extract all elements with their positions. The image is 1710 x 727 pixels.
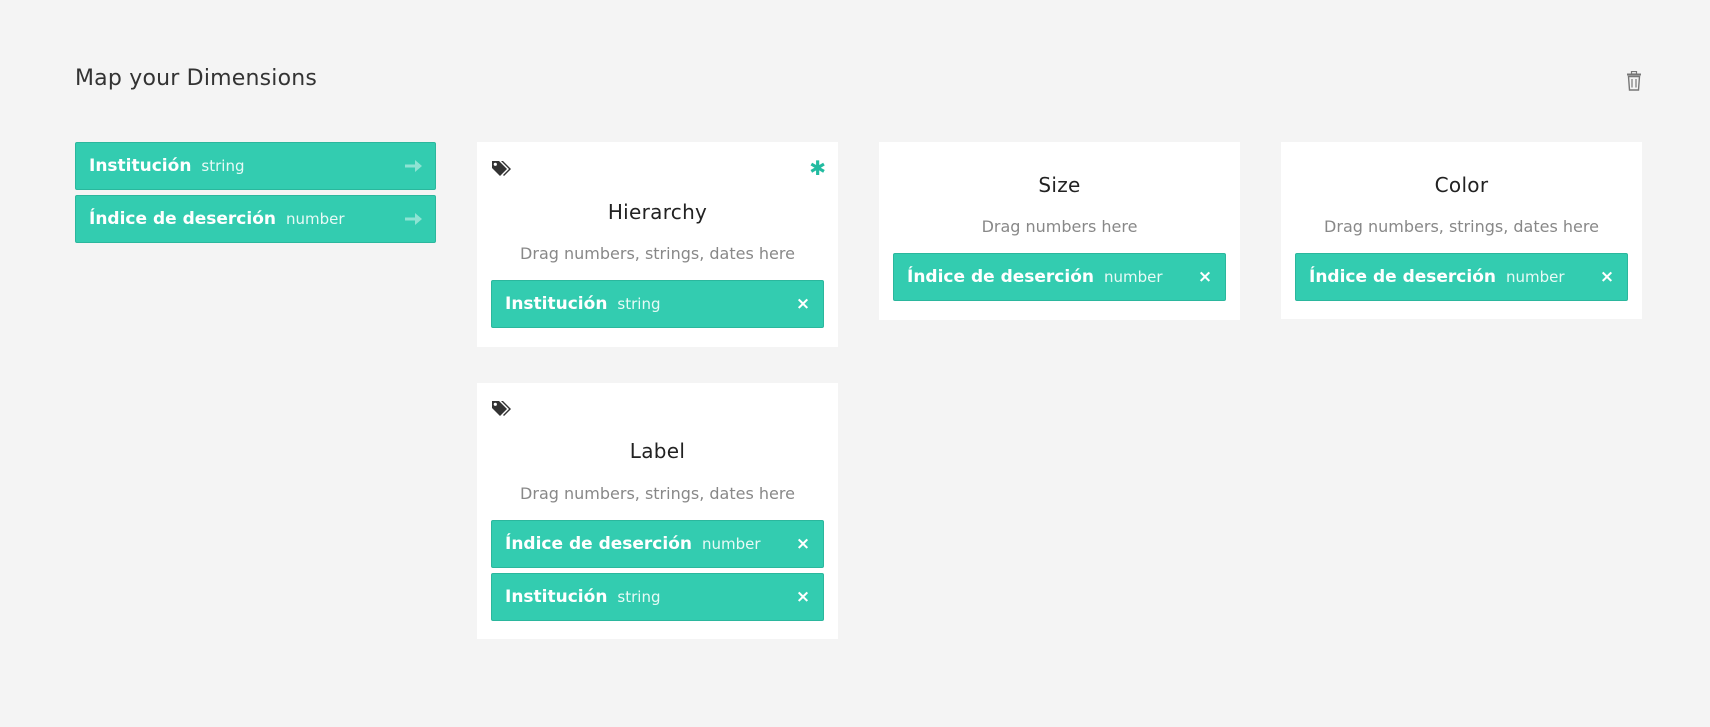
card-title: Size bbox=[1038, 173, 1081, 197]
tags-icon bbox=[492, 161, 511, 176]
drop-hint: Drag numbers here bbox=[981, 217, 1138, 236]
tags-icon bbox=[492, 401, 511, 416]
dimension-type: number bbox=[285, 210, 345, 228]
mapped-dimension[interactable]: Índice de deserción number × bbox=[491, 520, 824, 568]
close-icon[interactable]: × bbox=[793, 587, 813, 607]
drop-hint: Drag numbers, strings, dates here bbox=[520, 484, 795, 503]
card-title: Color bbox=[1434, 173, 1489, 197]
arrow-right-icon bbox=[405, 160, 422, 172]
color-card[interactable]: Color Drag numbers, strings, dates here … bbox=[1281, 142, 1642, 319]
dimension-type: string bbox=[201, 157, 245, 175]
hierarchy-card[interactable]: ✱ Hierarchy Drag numbers, strings, dates… bbox=[477, 142, 838, 347]
dimension-type: string bbox=[617, 295, 661, 313]
close-icon[interactable]: × bbox=[793, 534, 813, 554]
dimension-name: Institución bbox=[505, 587, 608, 607]
dimension-type: string bbox=[617, 588, 661, 606]
size-card[interactable]: Size Drag numbers here Índice de deserci… bbox=[879, 142, 1240, 320]
dimension-item[interactable]: Institución string bbox=[75, 142, 436, 190]
arrow-right-icon bbox=[405, 213, 422, 225]
dimension-name: Índice de deserción bbox=[505, 534, 692, 554]
page-title: Map your Dimensions bbox=[75, 66, 318, 91]
mapped-dimension[interactable]: Institución string × bbox=[491, 280, 824, 328]
dimension-name: Institución bbox=[89, 156, 192, 176]
dimension-name: Índice de deserción bbox=[1309, 267, 1496, 287]
dimension-type: number bbox=[701, 535, 761, 553]
label-card[interactable]: Label Drag numbers, strings, dates here … bbox=[477, 383, 838, 639]
mapped-dimension[interactable]: Índice de deserción number × bbox=[1295, 253, 1628, 301]
close-icon[interactable]: × bbox=[1195, 267, 1215, 287]
card-title: Hierarchy bbox=[607, 200, 708, 224]
card-title: Label bbox=[629, 439, 686, 463]
close-icon[interactable]: × bbox=[793, 294, 813, 314]
mapped-dimension[interactable]: Índice de deserción number × bbox=[893, 253, 1226, 301]
close-icon[interactable]: × bbox=[1597, 267, 1617, 287]
dimension-name: Índice de deserción bbox=[89, 209, 276, 229]
dimension-type: number bbox=[1505, 268, 1565, 286]
mapped-dimension[interactable]: Institución string × bbox=[491, 573, 824, 621]
dimension-type: number bbox=[1103, 268, 1163, 286]
drop-hint: Drag numbers, strings, dates here bbox=[520, 244, 795, 263]
dimension-name: Índice de deserción bbox=[907, 267, 1094, 287]
dimension-item[interactable]: Índice de deserción number bbox=[75, 195, 436, 243]
drop-hint: Drag numbers, strings, dates here bbox=[1324, 217, 1599, 236]
required-icon: ✱ bbox=[809, 156, 826, 180]
dimension-name: Institución bbox=[505, 294, 608, 314]
trash-icon[interactable] bbox=[1626, 71, 1642, 91]
